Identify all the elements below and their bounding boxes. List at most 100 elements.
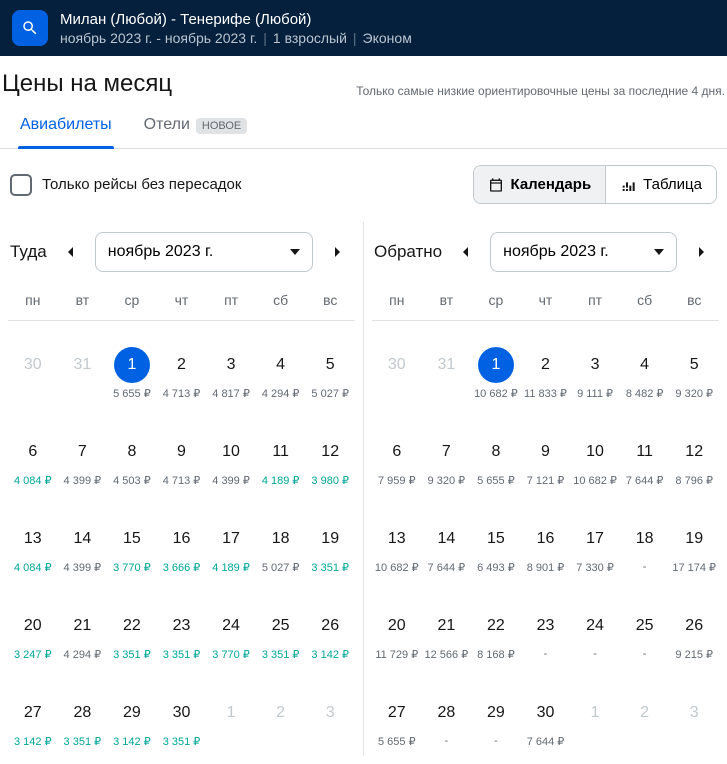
day-number: 28 <box>428 695 464 731</box>
search-button[interactable] <box>12 10 48 46</box>
controls-row: Только рейсы без пересадок Календарь Таб… <box>0 149 727 214</box>
calendar-day[interactable]: 84 503 ₽ <box>107 408 157 495</box>
calendar-day[interactable]: 214 294 ₽ <box>58 582 108 669</box>
calendar-day[interactable]: 67 959 ₽ <box>372 408 422 495</box>
day-price: 12 566 ₽ <box>422 648 472 661</box>
calendar-day[interactable]: 233 351 ₽ <box>157 582 207 669</box>
day-price: 3 247 ₽ <box>8 648 58 661</box>
calendar-day[interactable]: 123 980 ₽ <box>305 408 355 495</box>
calendar-day[interactable]: 29- <box>471 669 521 756</box>
prev-month-button[interactable] <box>450 236 482 268</box>
calendar-day[interactable]: 1310 682 ₽ <box>372 495 422 582</box>
weekday-header: пн <box>8 292 58 308</box>
calendar-day[interactable]: 263 142 ₽ <box>305 582 355 669</box>
calendar-day[interactable]: 28- <box>422 669 472 756</box>
calendar-day[interactable]: 156 493 ₽ <box>471 495 521 582</box>
calendar-day[interactable]: 2112 566 ₽ <box>422 582 472 669</box>
day-price: 3 351 ₽ <box>256 648 306 661</box>
calendar-day[interactable]: 153 770 ₽ <box>107 495 157 582</box>
calendar-day[interactable]: 177 330 ₽ <box>570 495 620 582</box>
search-summary[interactable]: Милан (Любой) - Тенерифе (Любой) ноябрь … <box>60 11 412 46</box>
day-number: 7 <box>64 434 100 470</box>
next-month-button[interactable] <box>685 236 717 268</box>
calendar-day[interactable]: 18- <box>620 495 670 582</box>
calendar-day[interactable]: 185 027 ₽ <box>256 495 306 582</box>
calendar-day[interactable]: 134 084 ₽ <box>8 495 58 582</box>
calendar-day[interactable]: 110 682 ₽ <box>471 321 521 408</box>
calendar-day[interactable]: 2011 729 ₽ <box>372 582 422 669</box>
calendar-day[interactable]: 307 644 ₽ <box>521 669 571 756</box>
calendar-day[interactable]: 59 320 ₽ <box>669 321 719 408</box>
calendar-day[interactable]: 24- <box>570 582 620 669</box>
day-price: 3 666 ₽ <box>157 561 207 574</box>
calendar-day[interactable]: 303 351 ₽ <box>157 669 207 756</box>
calendar-day[interactable]: 44 294 ₽ <box>256 321 306 408</box>
day-price: 3 142 ₽ <box>107 735 157 748</box>
calendar-day[interactable]: 24 713 ₽ <box>157 321 207 408</box>
page-title: Цены на месяц <box>0 70 172 98</box>
tab-flights[interactable]: Авиабилеты <box>18 116 114 148</box>
calendar-day[interactable]: 97 121 ₽ <box>521 408 571 495</box>
calendar-day[interactable]: 211 833 ₽ <box>521 321 571 408</box>
outbound-month-select[interactable]: ноябрь 2023 г. <box>95 232 313 272</box>
calendar-day[interactable]: 293 142 ₽ <box>107 669 157 756</box>
day-price: 10 682 ₽ <box>471 387 521 400</box>
next-month-button[interactable] <box>321 236 353 268</box>
day-number: 11 <box>263 434 299 470</box>
day-number: 12 <box>312 434 348 470</box>
day-number: 2 <box>163 347 199 383</box>
calendar-day[interactable]: 114 189 ₽ <box>256 408 306 495</box>
calendar-day[interactable]: 203 247 ₽ <box>8 582 58 669</box>
calendar-day[interactable]: 273 142 ₽ <box>8 669 58 756</box>
calendar-day[interactable]: 1917 174 ₽ <box>669 495 719 582</box>
calendar-day[interactable]: 253 351 ₽ <box>256 582 306 669</box>
chevron-right-icon <box>332 247 342 257</box>
calendar-day[interactable]: 117 644 ₽ <box>620 408 670 495</box>
calendar-day[interactable]: 1010 682 ₽ <box>570 408 620 495</box>
view-table-button[interactable]: Таблица <box>605 166 716 203</box>
calendar-day[interactable]: 23- <box>521 582 571 669</box>
calendar-day[interactable]: 25- <box>620 582 670 669</box>
calendar-day[interactable]: 85 655 ₽ <box>471 408 521 495</box>
day-price: 3 770 ₽ <box>107 561 157 574</box>
calendar-day[interactable]: 147 644 ₽ <box>422 495 472 582</box>
calendar-day[interactable]: 223 351 ₽ <box>107 582 157 669</box>
calendar-day[interactable]: 174 189 ₽ <box>206 495 256 582</box>
return-month-select[interactable]: ноябрь 2023 г. <box>490 232 677 272</box>
calendar-day[interactable]: 64 084 ₽ <box>8 408 58 495</box>
calendar-day[interactable]: 243 770 ₽ <box>206 582 256 669</box>
day-number: 14 <box>64 521 100 557</box>
prev-month-button[interactable] <box>55 236 87 268</box>
calendar-day: 31 <box>422 321 472 408</box>
day-price: 4 084 ₽ <box>8 561 58 574</box>
day-number: 24 <box>213 608 249 644</box>
calendar-day[interactable]: 283 351 ₽ <box>58 669 108 756</box>
day-price: 8 796 ₽ <box>669 474 719 487</box>
tab-hotels[interactable]: ОтелиНОВОЕ <box>142 116 250 148</box>
calendar-day[interactable]: 104 399 ₽ <box>206 408 256 495</box>
calendar-day[interactable]: 48 482 ₽ <box>620 321 670 408</box>
calendar-day[interactable]: 34 817 ₽ <box>206 321 256 408</box>
calendar-day[interactable]: 275 655 ₽ <box>372 669 422 756</box>
calendar-day[interactable]: 269 215 ₽ <box>669 582 719 669</box>
weekday-header: вс <box>669 292 719 308</box>
calendar-day[interactable]: 163 666 ₽ <box>157 495 207 582</box>
calendar-day[interactable]: 79 320 ₽ <box>422 408 472 495</box>
direct-only-checkbox[interactable]: Только рейсы без пересадок <box>10 174 241 196</box>
calendar-day[interactable]: 144 399 ₽ <box>58 495 108 582</box>
view-calendar-button[interactable]: Календарь <box>474 166 606 203</box>
day-number: 28 <box>64 695 100 731</box>
calendar-day[interactable]: 193 351 ₽ <box>305 495 355 582</box>
chevron-down-icon <box>654 249 664 255</box>
calendar-day[interactable]: 94 713 ₽ <box>157 408 207 495</box>
calendar-day[interactable]: 168 901 ₽ <box>521 495 571 582</box>
day-price: 3 351 ₽ <box>107 648 157 661</box>
calendar-day[interactable]: 228 168 ₽ <box>471 582 521 669</box>
calendar-day[interactable]: 55 027 ₽ <box>305 321 355 408</box>
day-number: 15 <box>478 521 514 557</box>
day-price: 7 644 ₽ <box>620 474 670 487</box>
calendar-day[interactable]: 128 796 ₽ <box>669 408 719 495</box>
calendar-day[interactable]: 15 655 ₽ <box>107 321 157 408</box>
calendar-day[interactable]: 39 111 ₽ <box>570 321 620 408</box>
calendar-day[interactable]: 74 399 ₽ <box>58 408 108 495</box>
